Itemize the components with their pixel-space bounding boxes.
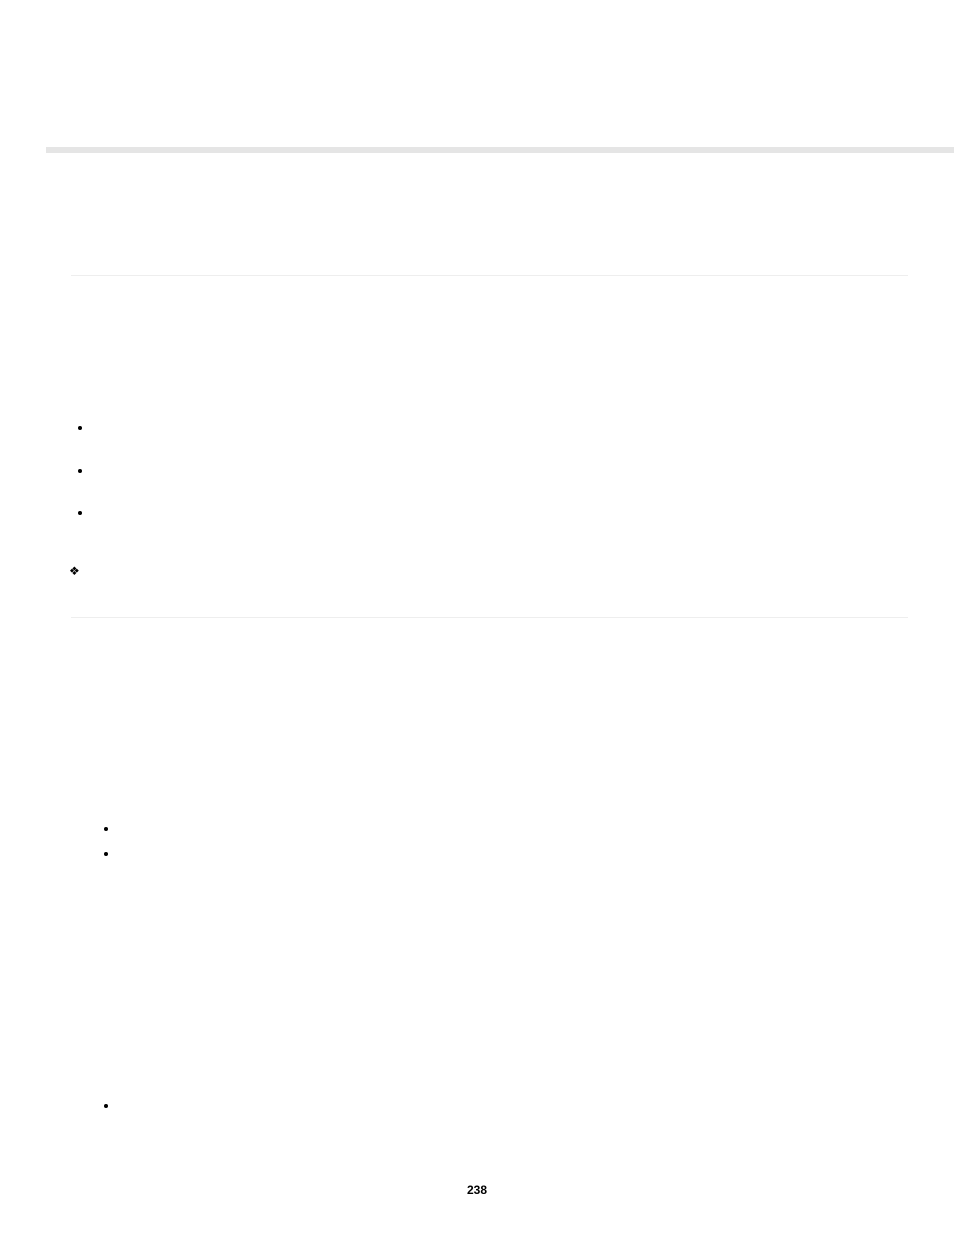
top-divider-bar: [46, 147, 954, 153]
bullet-icon: [104, 852, 108, 856]
bullet-icon: [78, 511, 82, 515]
bullet-icon: [78, 426, 82, 430]
diamond-icon: ❖: [69, 565, 80, 577]
bullet-icon: [104, 1104, 108, 1108]
section-divider: [71, 275, 908, 276]
section-divider: [71, 617, 908, 618]
page-number: 238: [467, 1183, 487, 1197]
bullet-icon: [104, 827, 108, 831]
bullet-icon: [78, 469, 82, 473]
